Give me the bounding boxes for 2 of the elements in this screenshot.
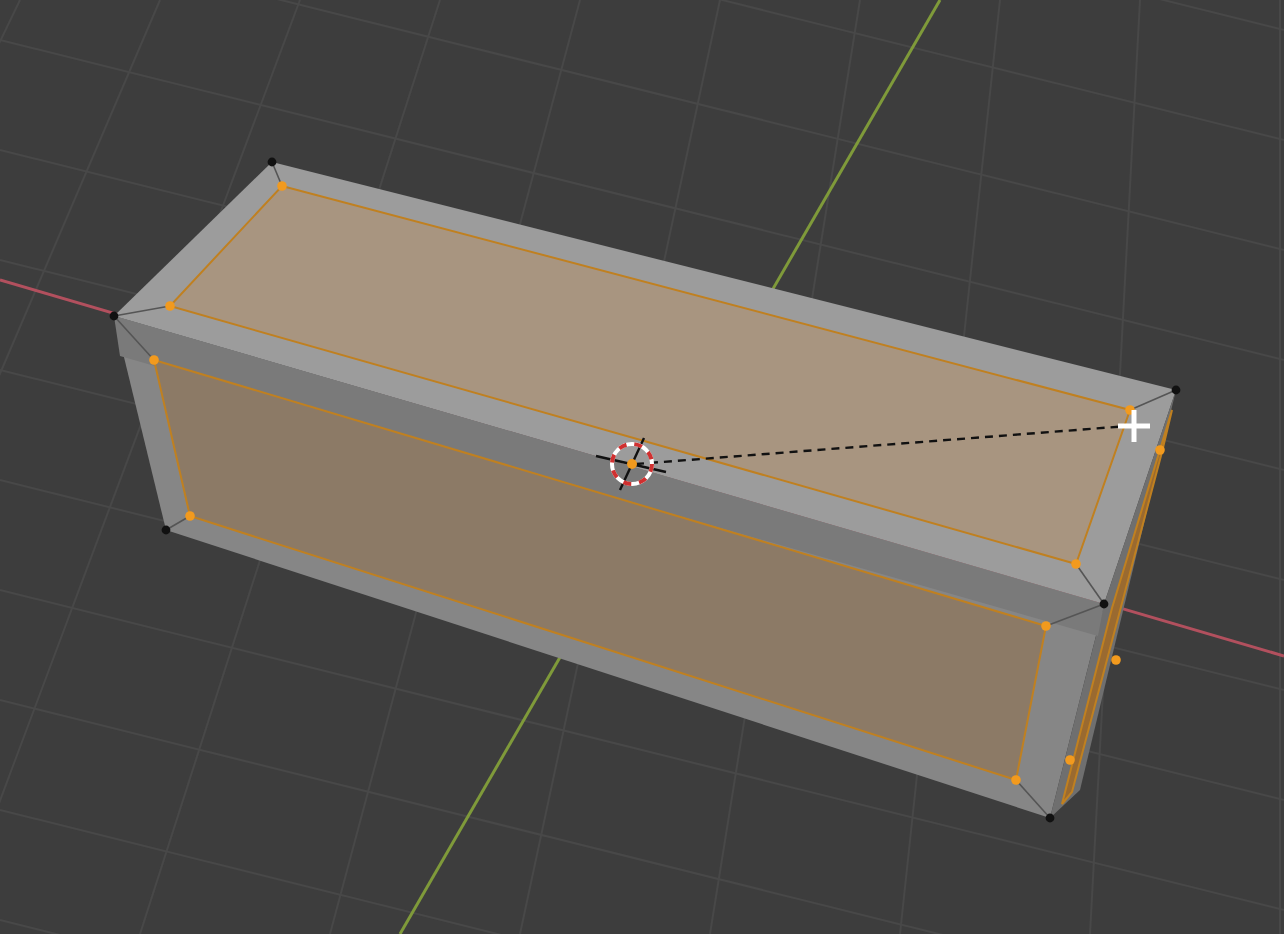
3d-cursor-icon: [595, 437, 667, 491]
crosshair-cursor-icon: [1118, 410, 1150, 442]
